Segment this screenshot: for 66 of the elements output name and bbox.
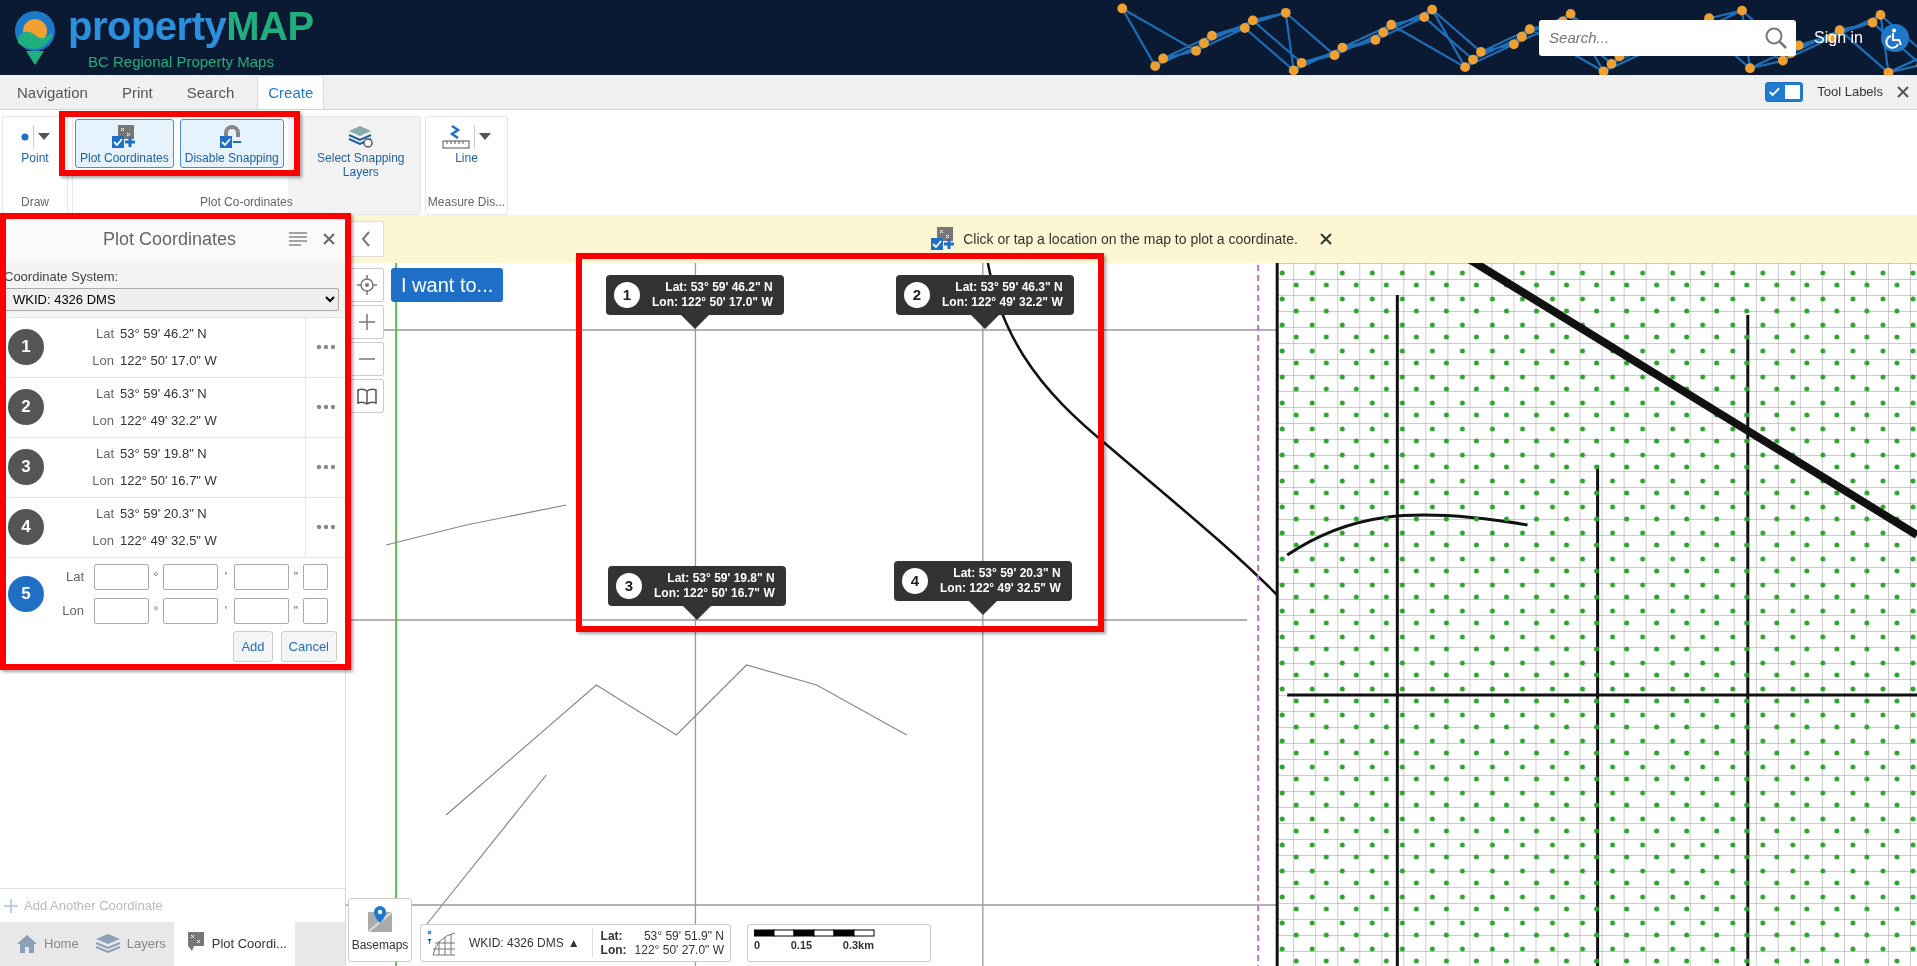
lat-label: Lat: (600, 929, 624, 943)
coordinate-callout: 4 Lat: 53° 59' 20.3" N Lon: 122° 49' 32.5" W (894, 561, 1072, 601)
coordinate-callout: 1 Lat: 53° 59' 46.2" N Lon: 122° 50' 17.0" W (606, 275, 784, 315)
group-label: Measure Dis... (427, 194, 506, 211)
lon-label: Lon (91, 472, 114, 490)
coordinate-callout: 3 Lat: 53° 59' 19.8" N Lon: 122° 50' 16.7" W (608, 566, 786, 606)
scale-label: 0.3km (842, 938, 874, 953)
notification-text: Click or tap a location on the map to plot a coordinate. (963, 229, 1298, 249)
lat-label: Lat (94, 504, 114, 523)
lon-label: Lon (91, 532, 114, 550)
lat-value: 53° 59' 20.3" N (120, 504, 208, 523)
tool-button[interactable]: Disable Snapping (179, 119, 284, 168)
lon-value: 122° 50' 17.0" W (120, 352, 218, 370)
lat-label: Lat (94, 384, 114, 403)
ribbon-tab[interactable]: Search (175, 74, 246, 109)
point-number: 3 (8, 449, 44, 485)
coordinate-system-button[interactable]: WKID: 4326 DMS ▲ (465, 934, 584, 952)
ribbon-tab[interactable]: Print (110, 74, 164, 109)
lon-value: 122° 49' 32.2" W (120, 412, 218, 430)
search-field[interactable]: Search... (1539, 19, 1797, 56)
scale-label: 0 (754, 938, 761, 953)
field-label: Coordinate System: (4, 268, 120, 286)
tool-button[interactable]: Point (5, 119, 65, 168)
panel-title: Plot Coordinates (101, 227, 238, 251)
toggle-label: Tool Labels (1817, 83, 1883, 102)
lon-label: Lon (91, 352, 114, 370)
add-button[interactable]: Add (233, 630, 273, 662)
lat-label: Lat (94, 444, 114, 463)
lat-label: Lat (94, 324, 114, 343)
i-want-to-button[interactable]: I want to... (391, 268, 504, 302)
tool-button[interactable]: Plot Coordinates (75, 119, 174, 168)
lat-value: 53° 59' 51.9" N (642, 929, 724, 943)
tool-button[interactable]: Line (436, 119, 497, 168)
point-number: 5 (8, 576, 44, 612)
lon-label: Lon: (600, 943, 627, 957)
basemaps-button[interactable]: Basemaps (348, 898, 412, 962)
group-label: Draw (21, 194, 49, 211)
scale-label: 0.15 (790, 938, 813, 953)
logo-text: propertyMAP (68, 3, 314, 51)
panel-tab[interactable]: Plot Coordi... (173, 922, 295, 966)
field-label: Lon (61, 602, 85, 621)
lon-value: 122° 50' 27.0" W (634, 943, 724, 957)
lon-label: Lon (91, 412, 114, 430)
field-label: Lat (64, 568, 85, 587)
group-label: Plot Co-ordinates (200, 194, 293, 211)
unit-symbol: ° (152, 603, 160, 620)
coordinate-callout: 2 Lat: 53° 59' 46.3" N Lon: 122° 49' 32.2" W (896, 275, 1074, 315)
unit-symbol: ' (223, 569, 229, 586)
unit-symbol: " (292, 569, 300, 586)
point-number: 2 (8, 389, 44, 425)
coordinate-system-select[interactable]: WKID: 4326 DMS (4, 287, 339, 311)
unit-symbol: ° (152, 569, 160, 586)
ribbon-tab[interactable]: Navigation (6, 74, 99, 109)
lat-value: 53° 59' 46.2" N (120, 324, 208, 343)
lat-value: 53° 59' 19.8" N (120, 444, 208, 463)
unit-symbol: " (292, 603, 300, 620)
lon-value: 122° 49' 32.5" W (120, 532, 218, 550)
tool-button[interactable]: Select Snapping Layers (303, 119, 418, 182)
cancel-button[interactable]: Cancel (280, 630, 337, 662)
lon-value: 122° 50' 16.7" W (120, 472, 218, 490)
unit-symbol: ' (223, 603, 229, 620)
logo-subtitle: BC Regional Property Maps (87, 52, 275, 73)
ribbon-tab[interactable]: Create (257, 74, 325, 109)
lat-value: 53° 59' 46.3" N (120, 384, 208, 403)
point-number: 1 (8, 329, 44, 365)
point-number: 4 (8, 509, 44, 545)
